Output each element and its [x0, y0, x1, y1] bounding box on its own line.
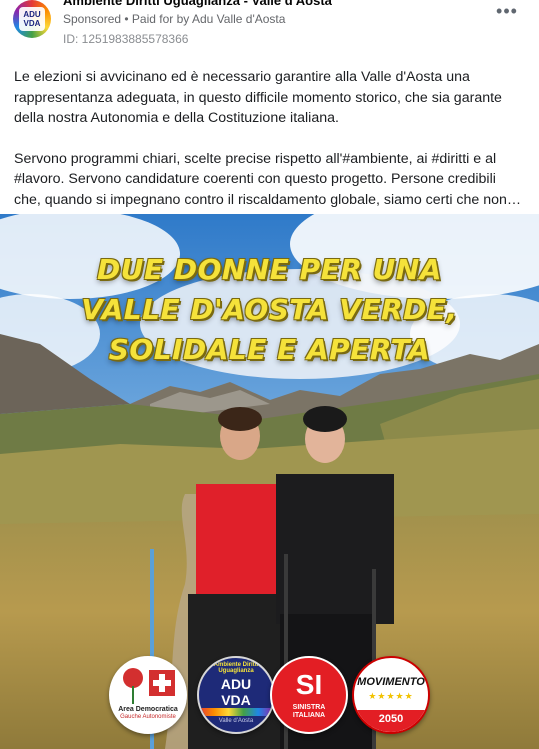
movimento-logo: MOVIMENTO ★★★★★ 2050	[352, 656, 430, 734]
adu-big-line-1: ADU	[220, 676, 252, 692]
ad-headline: DUE DONNE PER UNA VALLE D'AOSTA VERDE, S…	[0, 250, 539, 370]
swiss-cross-icon	[149, 670, 175, 696]
ad-id: ID: 1251983885578366	[63, 32, 189, 46]
area-democratica-subtitle: Gauche Autonomiste	[120, 714, 176, 720]
adu-arc-text: Ambiente Diritti Uguaglianza	[213, 662, 259, 674]
headline-line-2: VALLE D'AOSTA VERDE,	[81, 293, 458, 326]
movimento-year: 2050	[354, 710, 428, 732]
avatar-logo: ADU VDA	[19, 7, 45, 31]
adu-place: Valle d'Aosta	[218, 718, 254, 724]
si-name: SINISTRA ITALIANA	[272, 704, 346, 720]
headline-line-3: SOLIDALE E APERTA	[108, 333, 431, 366]
area-democratica-logo: Area Democratica Gauche Autonomiste	[109, 656, 187, 734]
ad-image[interactable]: DUE DONNE PER UNA VALLE D'AOSTA VERDE, S…	[0, 214, 539, 749]
si-name-line-2: ITALIANA	[292, 712, 326, 719]
si-mark: SI	[295, 669, 323, 700]
movimento-word: MOVIMENTO	[357, 676, 425, 688]
si-name-line-1: SINISTRA	[292, 704, 326, 711]
post-paragraph-1: Le elezioni si avvicinano ed è necessari…	[14, 69, 502, 126]
adu-big-line-2: VDA	[221, 692, 251, 708]
post-paragraph-2: Servono programmi chiari, scelte precise…	[14, 150, 522, 208]
post-body: Le elezioni si avvicinano ed è necessari…	[14, 67, 526, 210]
page-name-link[interactable]: Ambiente Diritti Uguaglianza - Valle d'A…	[63, 0, 332, 8]
page-avatar[interactable]: ADU VDA	[13, 0, 51, 38]
rose-icon	[123, 668, 143, 688]
separator-dot: •	[121, 12, 132, 26]
adu-vda-logo: Ambiente Diritti Uguaglianza ADU VDA Val…	[197, 656, 275, 734]
paid-for-by-label: Paid for by	[131, 12, 190, 26]
adu-big-text: ADU VDA	[199, 676, 273, 708]
area-democratica-name: Area Democratica	[118, 706, 178, 713]
more-horizontal-icon: •••	[496, 1, 518, 21]
more-options-button[interactable]: •••	[496, 2, 518, 22]
avatar-text-2: VDA	[23, 19, 41, 28]
avatar-text-1: ADU	[23, 10, 41, 19]
headline-line-1: DUE DONNE PER UNA	[97, 253, 442, 286]
rainbow-stripe	[199, 708, 273, 716]
five-stars-icon: ★★★★★	[368, 691, 414, 701]
post-header: ADU VDA Ambiente Diritti Uguaglianza - V…	[0, 0, 539, 60]
sinistra-italiana-logo: SI SINISTRA ITALIANA	[270, 656, 348, 734]
rose-stem	[132, 686, 134, 704]
sponsored-label: Sponsored	[63, 12, 122, 26]
payer-link[interactable]: Adu Valle d'Aosta	[192, 12, 285, 26]
sponsored-line: Sponsored • Paid for by Adu Valle d'Aost…	[63, 12, 285, 26]
